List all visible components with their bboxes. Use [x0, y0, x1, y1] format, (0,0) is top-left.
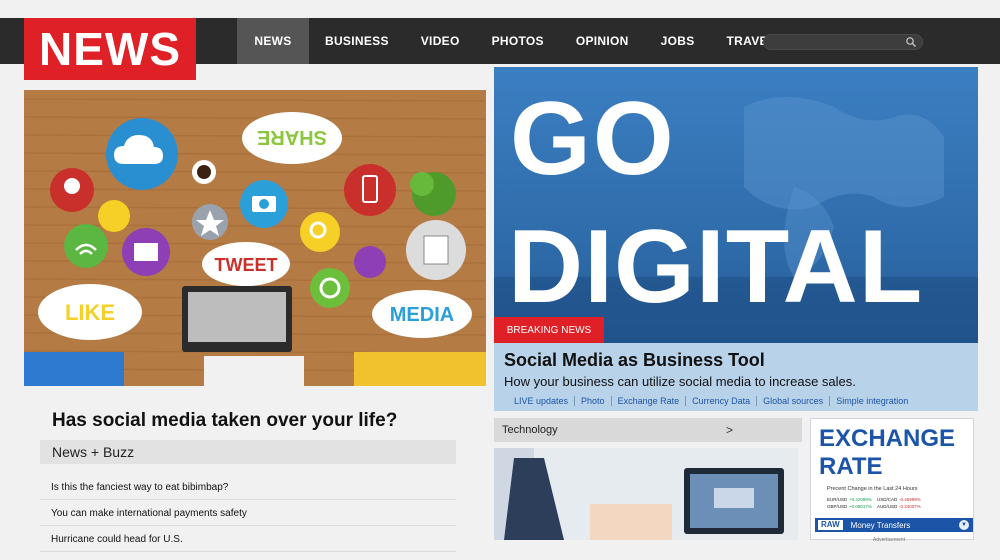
search-icon[interactable]	[905, 36, 917, 48]
media-bubble-text: MEDIA	[390, 304, 454, 326]
link-simple-integration[interactable]: Simple integration	[830, 396, 914, 406]
featured-story: Social Media as Business Tool How your b…	[494, 343, 978, 411]
news-buzz-label: News + Buzz	[52, 444, 135, 460]
tweet-bubble-text: TWEET	[215, 255, 278, 275]
pair: AUD/USD	[877, 504, 898, 509]
chevron-down-icon[interactable]: ▼	[959, 520, 969, 530]
refresh-icon-circle	[310, 268, 350, 308]
pair-change: +0.08017%	[849, 504, 872, 509]
pair-change: -0.45999%	[899, 497, 921, 502]
story-title[interactable]: Social Media as Business Tool	[504, 350, 765, 371]
news-page: NEWS NEWS BUSINESS VIDEO PHOTOS OPINION …	[0, 0, 1000, 560]
social-media-illustration[interactable]: SHARE TWEET LIKE MEDIA	[24, 90, 486, 386]
search-input[interactable]	[763, 34, 923, 50]
magnifier-icon-circle	[300, 212, 340, 252]
technology-header[interactable]: Technology >	[494, 418, 802, 442]
digital-text: DIGITAL	[508, 209, 924, 325]
link-exchange-rate[interactable]: Exchange Rate	[612, 396, 687, 406]
story-links: LIVE updates Photo Exchange Rate Currenc…	[508, 396, 914, 406]
pair: EUR/USD	[827, 497, 848, 502]
exchange-rate-widget: EXCHANGE RATE Precent Change in the Last…	[810, 418, 974, 540]
phone-icon-circle	[344, 164, 396, 216]
main-nav: NEWS BUSINESS VIDEO PHOTOS OPINION JOBS …	[237, 18, 791, 64]
news-logo[interactable]: NEWS	[24, 18, 196, 80]
share-bubble-text: SHARE	[257, 126, 327, 148]
nav-photos[interactable]: PHOTOS	[476, 18, 560, 64]
note-icon-circle	[354, 246, 386, 278]
like-bubble-text: LIKE	[65, 300, 115, 325]
link-currency-data[interactable]: Currency Data	[686, 396, 758, 406]
link-live-updates[interactable]: LIVE updates	[508, 396, 576, 406]
left-headline[interactable]: Has social media taken over your life?	[52, 410, 397, 432]
link-global-sources[interactable]: Global sources	[757, 396, 831, 406]
link-photo[interactable]: Photo	[575, 396, 612, 406]
exchange-title: EXCHANGE RATE	[819, 425, 979, 480]
nav-business[interactable]: BUSINESS	[309, 18, 405, 64]
advertisement-label: Advertisement	[873, 537, 905, 543]
nav-opinion[interactable]: OPINION	[560, 18, 645, 64]
technology-label: Technology	[502, 424, 558, 436]
exchange-note: Precent Change in the Last 24 Hours	[827, 486, 918, 492]
logo-text: NEWS	[39, 23, 181, 75]
nav-jobs[interactable]: JOBS	[645, 18, 711, 64]
pair-change: +0.32089%	[849, 497, 872, 502]
pair: GBP/USD	[827, 504, 848, 509]
breaking-news-badge[interactable]: BREAKING NEWS	[494, 317, 604, 343]
exchange-row: EUR/USD +0.32089% USD/CAD -0.45999%	[827, 496, 977, 503]
pair: USD/CAD	[877, 497, 898, 502]
news-buzz-header[interactable]: News + Buzz	[40, 440, 456, 464]
money-transfers-label: Money Transfers	[850, 520, 911, 530]
go-text: GO	[510, 81, 676, 197]
news-list-item[interactable]: Hurricane could head for U.S.	[40, 526, 456, 552]
news-list-item[interactable]: Is this the fanciest way to eat bibimbap…	[40, 474, 456, 500]
exchange-title-line2: RATE	[819, 452, 883, 480]
story-subtitle: How your business can utilize social med…	[504, 374, 856, 389]
exchange-row: GBP/USD +0.08017% AUD/USD -0.24007%	[827, 503, 977, 510]
nav-news[interactable]: NEWS	[237, 18, 309, 64]
news-list: Is this the fanciest way to eat bibimbap…	[40, 474, 456, 552]
news-list-item[interactable]: You can make international payments safe…	[40, 500, 456, 526]
music-icon-circle	[98, 200, 130, 232]
exchange-table: EUR/USD +0.32089% USD/CAD -0.45999% GBP/…	[827, 496, 977, 510]
raw-badge: RAW	[818, 520, 843, 530]
technology-photo[interactable]	[494, 448, 798, 540]
exchange-title-line1: EXCHANGE	[819, 425, 956, 452]
chevron-right-icon[interactable]: >	[726, 423, 733, 437]
pair-change: -0.24007%	[899, 504, 921, 509]
go-digital-banner[interactable]: GO DIGITAL BREAKING NEWS Social Media as…	[494, 67, 978, 411]
nav-video[interactable]: VIDEO	[405, 18, 476, 64]
money-transfers-button[interactable]: RAW Money Transfers ▼	[815, 518, 973, 532]
